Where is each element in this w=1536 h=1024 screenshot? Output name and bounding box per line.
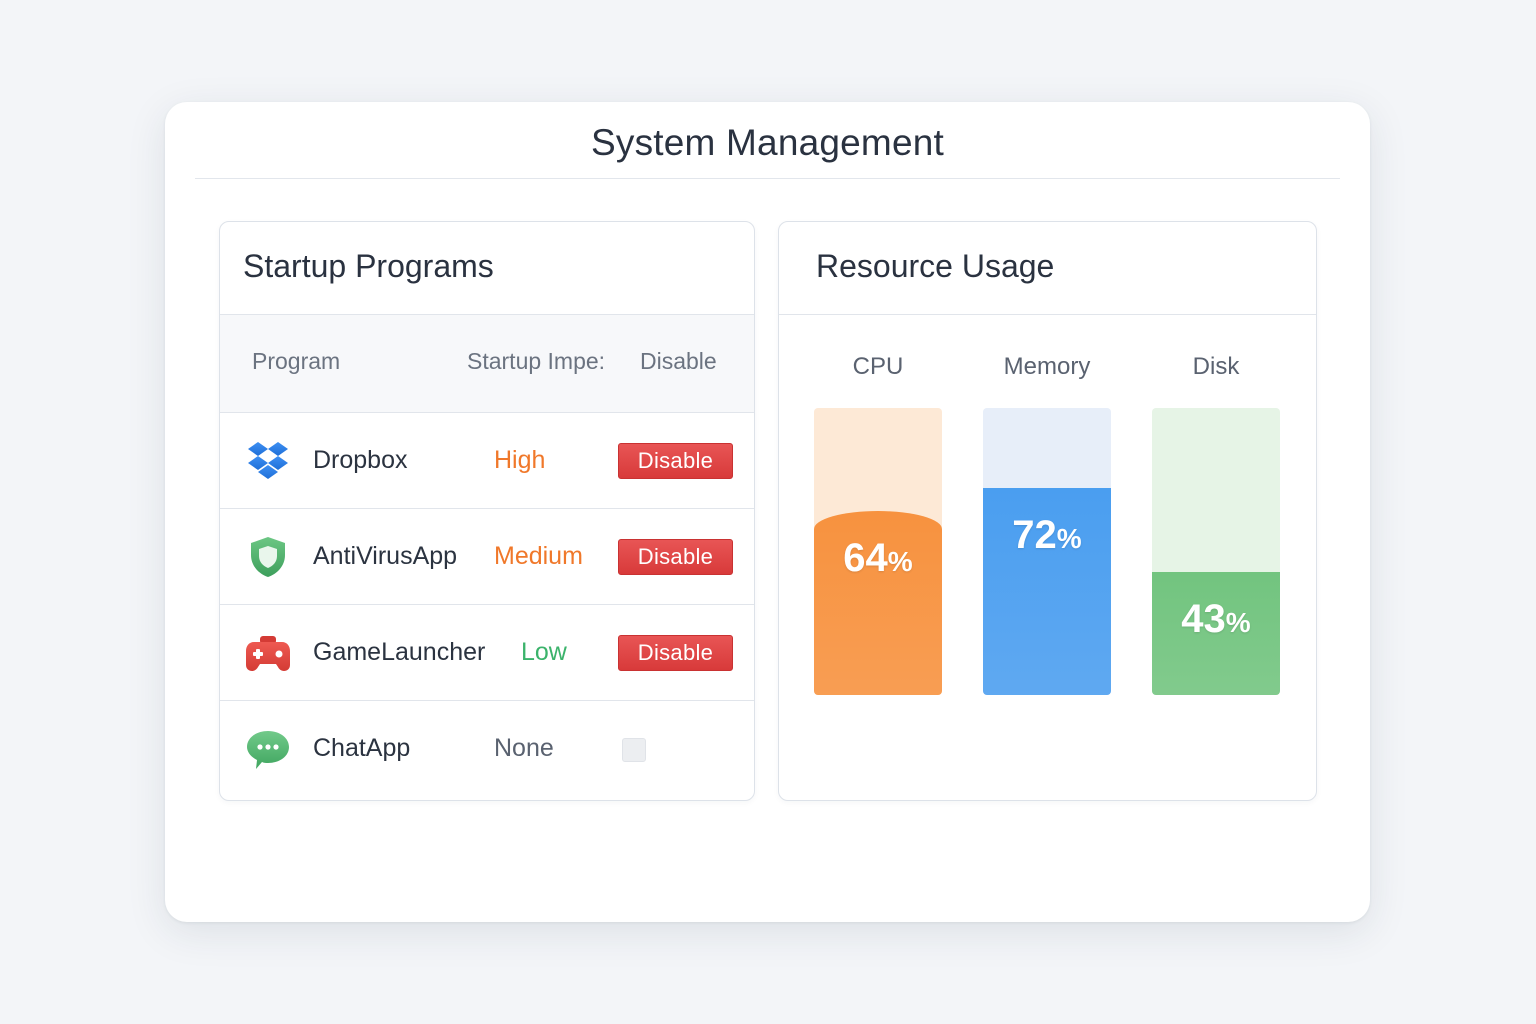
column-header-disable[interactable]: Disable: [640, 348, 717, 375]
program-name: ChatApp: [313, 734, 411, 762]
program-name: GameLauncher: [313, 638, 486, 666]
disable-button-dropbox[interactable]: Disable: [618, 443, 733, 479]
column-header-program[interactable]: Program: [252, 348, 340, 375]
column-header-startup-impact[interactable]: Startup Impe:: [467, 348, 622, 375]
disk-gauge: 43%: [1152, 408, 1280, 695]
dropbox-icon: [244, 437, 292, 485]
shield-icon: [244, 533, 292, 581]
program-name: Dropbox: [313, 446, 408, 474]
disable-button-gamelauncher[interactable]: Disable: [618, 635, 733, 671]
disable-button-antivirusapp[interactable]: Disable: [618, 539, 733, 575]
percent-sign: %: [1056, 523, 1082, 554]
table-row-antivirusapp[interactable]: AntiVirusApp Medium Disable: [220, 509, 754, 605]
memory-gauge: 72%: [983, 408, 1111, 695]
gamepad-icon: [244, 629, 292, 677]
startup-impact: None: [494, 734, 554, 762]
startup-table-header: Program Startup Impe: Disable: [220, 315, 754, 413]
cpu-gauge: 64%: [814, 408, 942, 695]
gauge-label-memory: Memory: [1003, 353, 1091, 380]
startup-programs-panel: Startup Programs Program Startup Impe: D…: [219, 221, 755, 801]
gauge-percent: 43%: [1152, 597, 1280, 642]
table-row-dropbox[interactable]: Dropbox High Disable: [220, 413, 754, 509]
disable-checkbox-chatapp[interactable]: [622, 738, 646, 762]
gauge-value: 43: [1181, 597, 1226, 641]
gauge-label-cpu: CPU: [852, 353, 904, 380]
table-row-chatapp[interactable]: ChatApp None: [220, 701, 754, 799]
gauge-label-disk: Disk: [1192, 353, 1240, 380]
startup-programs-title: Startup Programs: [220, 222, 754, 315]
system-management-window: System Management Startup Programs Progr…: [165, 102, 1370, 922]
window-title: System Management: [590, 122, 944, 163]
gauge-labels: CPU Memory Disk: [779, 315, 1316, 407]
resource-usage-panel: Resource Usage CPU Memory Disk 64% 72% 4…: [778, 221, 1317, 801]
chat-bubble-icon: [244, 725, 292, 773]
startup-impact: Medium: [494, 542, 583, 570]
startup-impact: High: [494, 446, 546, 474]
percent-sign: %: [887, 546, 913, 577]
program-name: AntiVirusApp: [313, 542, 458, 570]
table-row-gamelauncher[interactable]: GameLauncher Low Disable: [220, 605, 754, 701]
percent-sign: %: [1225, 607, 1251, 638]
title-divider: [195, 178, 1340, 179]
startup-impact: Low: [521, 638, 567, 666]
gauge-value: 64: [843, 536, 888, 580]
resource-usage-title: Resource Usage: [779, 222, 1316, 315]
gauge-value: 72: [1012, 513, 1057, 557]
gauge-percent: 72%: [983, 513, 1111, 558]
gauge-percent: 64%: [814, 536, 942, 581]
